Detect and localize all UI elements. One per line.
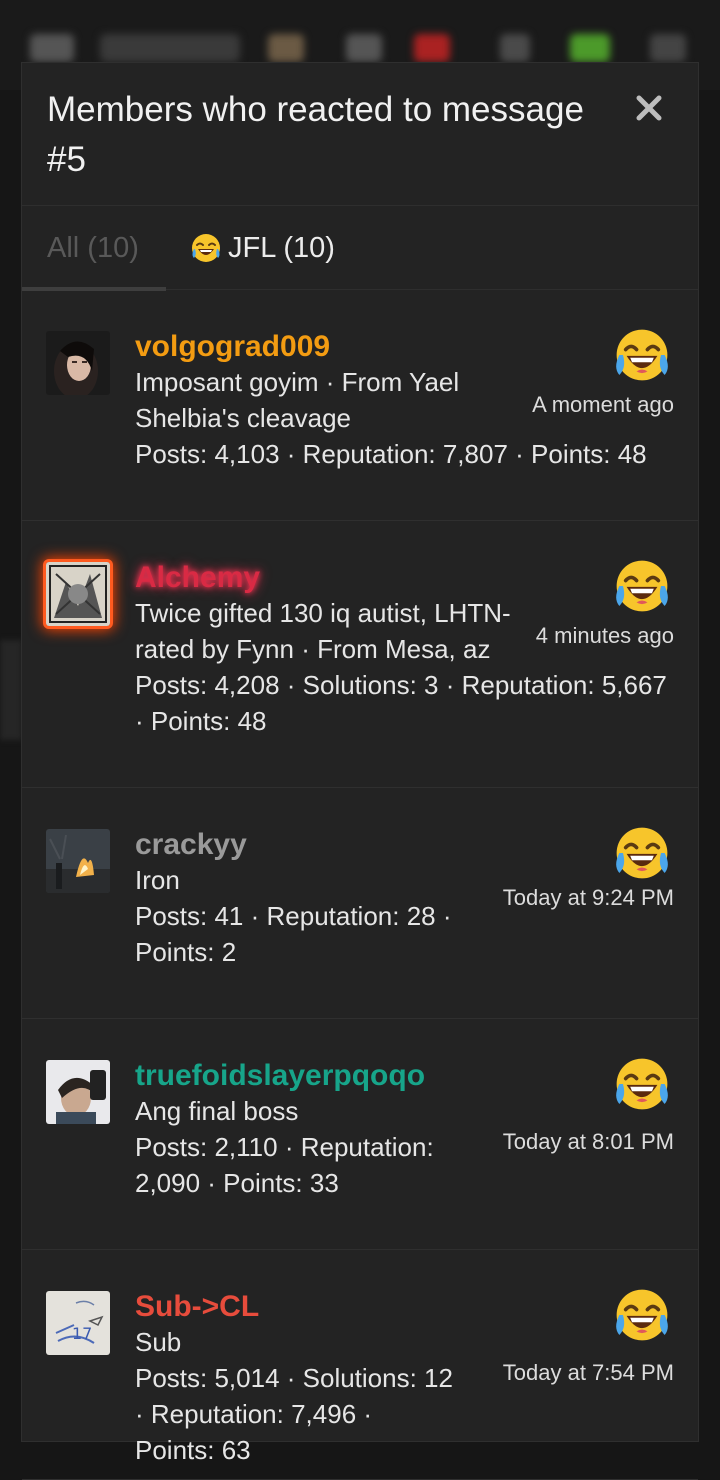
member-row: truefoidslayerpqoqo Ang final boss Posts: … (22, 1019, 698, 1250)
badge-icon (570, 34, 610, 62)
user-stats: Posts: 2,110 · Reputation: 2,090 · Point… (135, 1132, 434, 1198)
reaction-time: 4 minutes ago (535, 623, 674, 648)
member-list: volgograd009 Imposant goyim · From Yael S… (22, 290, 698, 1480)
member-row: volgograd009 Imposant goyim · From Yael S… (22, 290, 698, 521)
member-row: crackyy Iron Posts: 41 · Reputation: 28 · … (22, 788, 698, 1019)
close-button[interactable] (634, 93, 664, 123)
reactions-dialog: Members who reacted to message #5 All (1… (21, 62, 699, 1480)
laughing-crying-emoji-icon (616, 1289, 668, 1341)
user-title: Sub (135, 1327, 182, 1357)
reaction-time: Today at 9:24 PM (502, 885, 674, 910)
user-stats: Posts: 41 · Reputation: 28 · Points: 2 (135, 901, 452, 967)
svg-text:17: 17 (72, 1324, 92, 1343)
laughing-crying-emoji-icon (192, 234, 220, 262)
background-side-element (0, 640, 22, 740)
tab-all-label: All (10) (47, 231, 139, 264)
laughing-crying-emoji-icon (616, 827, 668, 879)
alerts-icon (414, 34, 450, 62)
dialog-header: Members who reacted to message #5 (22, 63, 698, 206)
user-avatar-icon (268, 34, 304, 62)
username-link[interactable]: truefoidslayerpqoqo (135, 1059, 425, 1093)
reaction-time: Today at 8:01 PM (502, 1129, 674, 1154)
search-icon (650, 34, 686, 62)
menu-icon (30, 34, 74, 62)
inbox-icon (346, 34, 382, 62)
reaction-time: A moment ago (532, 392, 674, 417)
tab-all[interactable]: All (10) (22, 206, 166, 291)
username-link[interactable]: Sub->CL (135, 1290, 259, 1324)
reaction-time: Today at 7:54 PM (502, 1360, 674, 1385)
user-stats: Posts: 4,103 · Reputation: 7,807 · Point… (135, 439, 647, 469)
user-stats: Posts: 5,014 · Solutions: 12 · Reputatio… (135, 1363, 453, 1465)
reaction-tabs: All (10) JFL (10) (22, 206, 698, 291)
username-link[interactable]: crackyy (135, 828, 247, 862)
site-logo (100, 34, 240, 62)
avatar[interactable] (46, 1060, 110, 1124)
user-title: Iron (135, 865, 180, 895)
avatar[interactable] (46, 562, 110, 626)
close-icon (636, 95, 662, 121)
laughing-crying-emoji-icon (616, 329, 668, 381)
member-row: 17 Sub->CL Sub Posts: 5,014 · Solutions: 1… (22, 1250, 698, 1480)
username-link[interactable]: Alchemy (135, 561, 260, 595)
tab-jfl[interactable]: JFL (10) (166, 206, 360, 290)
laughing-crying-emoji-icon (616, 560, 668, 612)
user-stats: Posts: 4,208 · Solutions: 3 · Reputation… (135, 670, 667, 736)
dialog-title: Members who reacted to message #5 (47, 90, 584, 179)
username-link[interactable]: volgograd009 (135, 330, 330, 364)
avatar[interactable] (46, 331, 110, 395)
user-title: Twice gifted 130 iq autist, LHTN-rated b… (135, 598, 511, 664)
user-title: Imposant goyim · From Yael Shelbia's cle… (135, 367, 460, 433)
avatar[interactable] (46, 829, 110, 893)
tab-jfl-label: JFL (10) (228, 231, 335, 264)
bookmark-icon (500, 34, 530, 62)
member-row: Alchemy Twice gifted 130 iq autist, LHTN-… (22, 521, 698, 788)
laughing-crying-emoji-icon (616, 1058, 668, 1110)
avatar[interactable]: 17 (46, 1291, 110, 1355)
user-title: Ang final boss (135, 1096, 299, 1126)
